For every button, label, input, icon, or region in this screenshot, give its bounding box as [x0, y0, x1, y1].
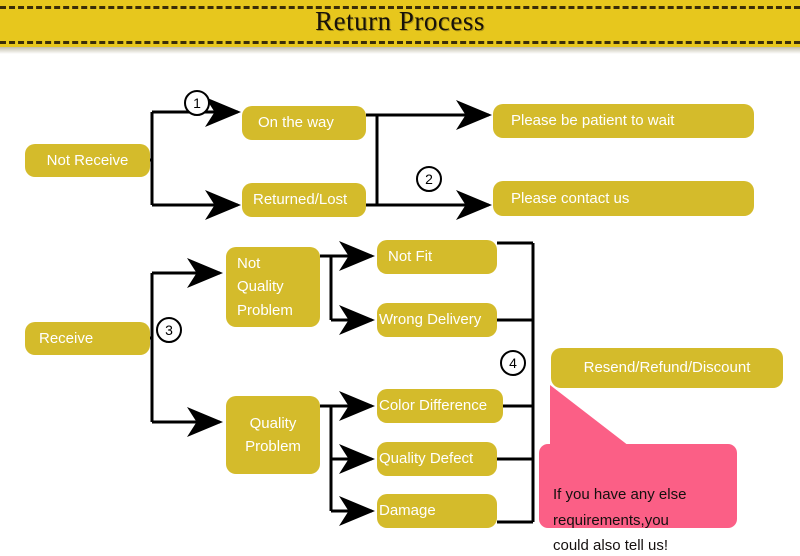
node-receive[interactable]: Receive [25, 322, 150, 355]
node-wrong-delivery[interactable]: Wrong Delivery [377, 303, 497, 337]
node-label: On the way [258, 114, 334, 132]
node-label: Resend/Refund/Discount [583, 359, 751, 377]
page-title: Return Process [315, 6, 485, 36]
callout-extra-requirements: If you have any else requirements,you co… [539, 444, 737, 554]
node-label: Quality Problem [245, 414, 301, 455]
return-process-diagram: Return Process Not Receive On the way Re… [0, 0, 800, 556]
step-marker-label: 4 [509, 355, 517, 371]
step-marker-1: 1 [184, 90, 210, 116]
node-label: Returned/Lost [253, 191, 348, 209]
step-marker-label: 2 [425, 171, 433, 187]
node-please-be-patient-to-wait[interactable]: Please be patient to wait [493, 104, 754, 138]
banner-shadow [0, 47, 800, 54]
node-label: Quality Defect [379, 450, 474, 468]
step-marker-4: 4 [500, 350, 526, 376]
step-marker-3: 3 [156, 317, 182, 343]
step-marker-label: 3 [165, 322, 173, 338]
node-label: Receive [39, 329, 94, 347]
step-marker-label: 1 [193, 95, 201, 111]
node-please-contact-us[interactable]: Please contact us [493, 181, 754, 216]
node-label: Color Difference [379, 397, 488, 415]
node-label: Not Receive [46, 151, 129, 169]
node-resend-refund-discount[interactable]: Resend/Refund/Discount [551, 348, 783, 388]
node-color-difference[interactable]: Color Difference [377, 389, 503, 423]
node-label: Not Quality Problem [237, 255, 293, 319]
node-not-quality-problem[interactable]: Not Quality Problem [226, 247, 320, 327]
callout-text: If you have any else requirements,you co… [553, 485, 687, 555]
banner-stitch-bottom-icon [0, 41, 800, 44]
header-banner: Return Process [0, 0, 800, 47]
step-marker-2: 2 [416, 166, 442, 192]
node-quality-defect[interactable]: Quality Defect [377, 442, 497, 476]
node-label: Please be patient to wait [511, 112, 675, 130]
node-label: Not Fit [388, 248, 433, 266]
node-not-fit[interactable]: Not Fit [377, 240, 497, 274]
node-quality-problem[interactable]: Quality Problem [226, 396, 320, 474]
node-returned-lost[interactable]: Returned/Lost [242, 183, 366, 217]
node-label: Damage [379, 502, 436, 520]
node-on-the-way[interactable]: On the way [242, 106, 366, 140]
node-label: Please contact us [511, 189, 630, 207]
node-damage[interactable]: Damage [377, 494, 497, 528]
node-label: Wrong Delivery [379, 311, 482, 329]
node-not-receive[interactable]: Not Receive [25, 144, 150, 177]
